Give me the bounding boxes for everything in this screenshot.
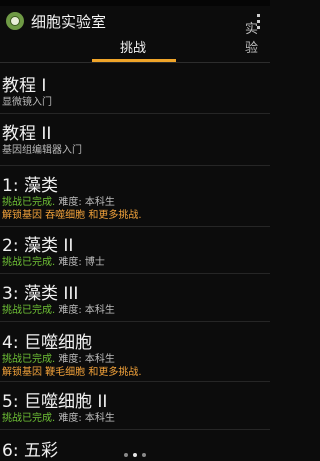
completed-status: 挑战已完成. [2, 305, 56, 316]
challenge-item[interactable]: 6: 五彩 [2, 436, 270, 461]
challenge-title: 6: 五彩 [2, 441, 58, 461]
page-dot [142, 453, 146, 457]
challenge-title: 4: 巨噬细胞 [2, 333, 92, 353]
list-divider [0, 429, 270, 430]
unlock-text: 解锁基因 吞噬细胞 和更多挑战. [2, 210, 142, 221]
completed-status: 挑战已完成. [2, 197, 56, 208]
info-text: 难度: 本科生 [55, 354, 115, 365]
challenge-item[interactable]: 教程 II 基因组编辑器入门 [2, 119, 270, 157]
challenge-info-line: 挑战已完成. 难度: 本科生 [2, 196, 270, 209]
completed-status: 挑战已完成. [2, 413, 56, 424]
tab-challenges[interactable]: 挑战 [120, 37, 146, 56]
challenge-title: 教程 II [2, 124, 52, 144]
cell-lab-logo-icon [6, 12, 24, 30]
info-text: 难度: 本科生 [55, 305, 115, 316]
tab-experiments[interactable]: 实验 [245, 18, 270, 56]
challenge-item[interactable]: 5: 巨噬细胞 II 挑战已完成. 难度: 本科生 [2, 387, 270, 425]
list-divider [0, 226, 270, 227]
list-divider [0, 321, 270, 322]
challenge-info-line: 挑战已完成. 难度: 博士 [2, 256, 270, 269]
completed-status: 挑战已完成. [2, 354, 56, 365]
info-text: 难度: 本科生 [55, 197, 115, 208]
challenge-item[interactable]: 2: 藻类 II 挑战已完成. 难度: 博士 [2, 231, 270, 269]
challenge-info-line: 基因组编辑器入门 [2, 144, 270, 157]
challenge-title: 5: 巨噬细胞 II [2, 392, 108, 412]
challenge-title: 2: 藻类 II [2, 236, 74, 256]
page-indicator [0, 453, 270, 457]
list-divider [0, 165, 270, 166]
challenge-info-line: 挑战已完成. 难度: 本科生 [2, 304, 270, 317]
list-divider [0, 113, 270, 114]
app-title: 细胞实验室 [31, 12, 107, 31]
challenge-info-line: 显微镜入门 [2, 96, 270, 109]
list-divider [0, 273, 270, 274]
challenge-title: 3: 藻类 III [2, 284, 79, 304]
challenge-item[interactable]: 4: 巨噬细胞 挑战已完成. 难度: 本科生 解锁基因 鞭毛细胞 和更多挑战. [2, 328, 270, 379]
info-text: 难度: 博士 [55, 257, 105, 268]
challenge-item[interactable]: 3: 藻类 III 挑战已完成. 难度: 本科生 [2, 279, 270, 317]
active-tab-indicator [92, 59, 176, 62]
app-bar: 细胞实验室 [0, 6, 270, 36]
challenge-info-line: 挑战已完成. 难度: 本科生 [2, 412, 270, 425]
challenge-item[interactable]: 教程 I 显微镜入门 [2, 71, 270, 109]
page-dot [133, 453, 137, 457]
challenge-info-line: 挑战已完成. 难度: 本科生 [2, 353, 270, 366]
challenge-info-line: 解锁基因 鞭毛细胞 和更多挑战. [2, 366, 270, 379]
unlock-text: 解锁基因 鞭毛细胞 和更多挑战. [2, 367, 142, 378]
list-divider [0, 381, 270, 382]
challenge-item[interactable]: 1: 藻类 挑战已完成. 难度: 本科生 解锁基因 吞噬细胞 和更多挑战. [2, 171, 270, 222]
completed-status: 挑战已完成. [2, 257, 56, 268]
info-text: 基因组编辑器入门 [2, 145, 82, 156]
challenge-title: 1: 藻类 [2, 176, 58, 196]
page-dot [124, 453, 128, 457]
tab-bar: 挑战 实验 [0, 22, 270, 63]
info-text: 难度: 本科生 [55, 413, 115, 424]
challenge-title: 教程 I [2, 76, 47, 96]
info-text: 显微镜入门 [2, 97, 52, 108]
challenge-info-line: 解锁基因 吞噬细胞 和更多挑战. [2, 209, 270, 222]
